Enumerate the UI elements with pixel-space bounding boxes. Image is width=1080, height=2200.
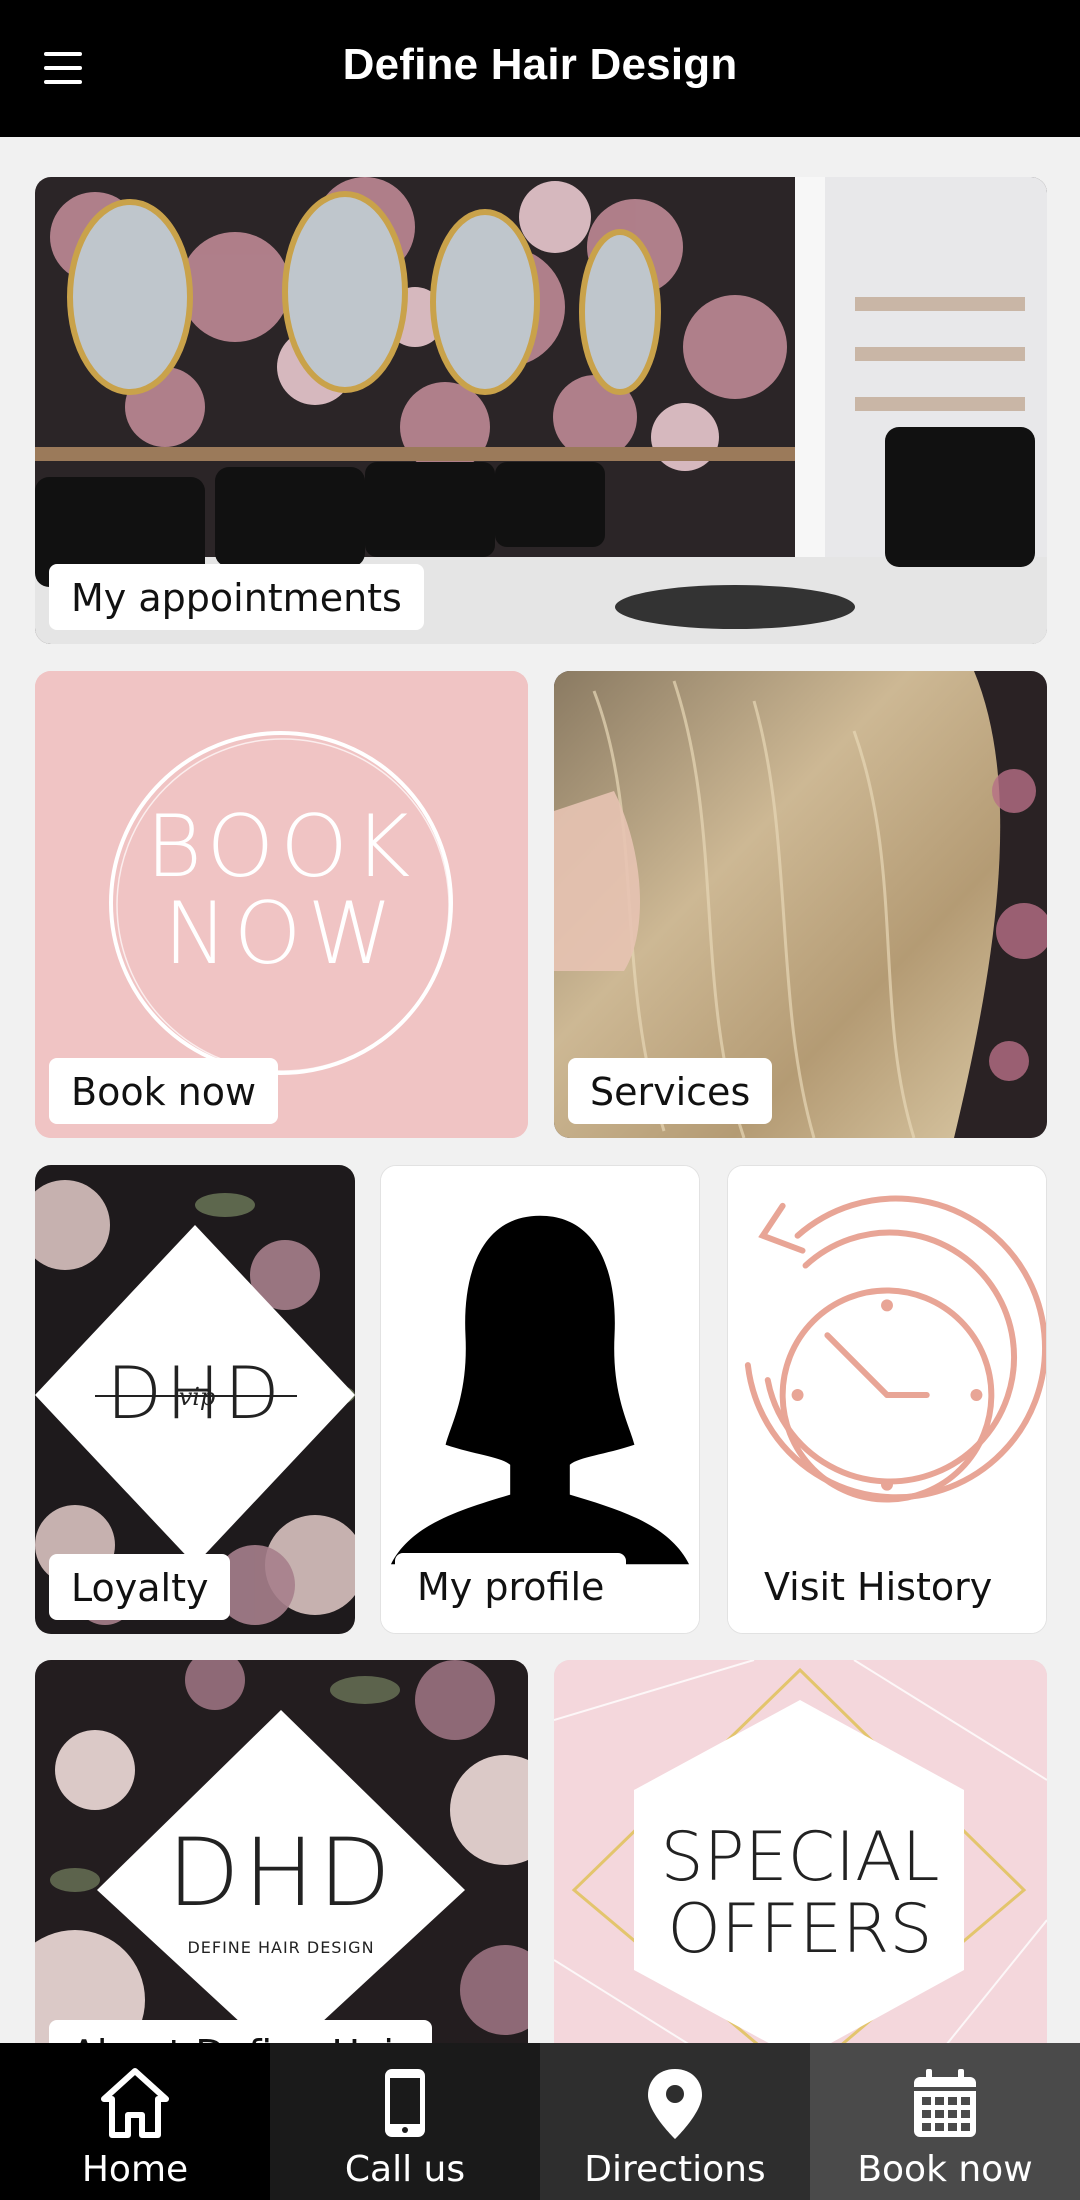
services-tile[interactable]: Services <box>554 671 1047 1138</box>
nav-book-now[interactable]: Book now <box>810 2043 1080 2200</box>
visit-history-tile[interactable]: Visit History <box>727 1165 1047 1634</box>
page-title: Define Hair Design <box>342 40 738 89</box>
book-now-tile[interactable]: BOOK NOW Book now <box>35 671 528 1138</box>
loyalty-label: Loyalty <box>49 1554 231 1620</box>
special-offers-tile[interactable]: SPECIAL OFFERS <box>554 1660 1047 2060</box>
loyalty-tile[interactable]: DHD vip Loyalty <box>35 1165 355 1634</box>
services-label: Services <box>568 1058 773 1124</box>
about-floral-graphic: DHD DEFINE HAIR DESIGN <box>35 1660 528 2060</box>
nav-call-us-label: Call us <box>344 2149 466 2190</box>
special-offers-graphic: SPECIAL OFFERS <box>554 1660 1047 2060</box>
nav-book-now-label: Book now <box>857 2149 1033 2190</box>
loyalty-logo-sub: vip <box>179 1383 216 1411</box>
map-pin-icon <box>648 2069 702 2139</box>
calendar-icon <box>914 2069 976 2137</box>
my-profile-label: My profile <box>395 1553 627 1619</box>
bottom-navigation: Home Call us Directions Book now <box>0 2043 1080 2200</box>
nav-directions[interactable]: Directions <box>540 2043 810 2200</box>
special-offers-art-line2: OFFERS <box>667 1890 932 1969</box>
my-appointments-label: My appointments <box>49 564 424 630</box>
about-logo-sub: DEFINE HAIR DESIGN <box>187 1938 374 1957</box>
app-header: Define Hair Design <box>0 0 1080 137</box>
nav-directions-label: Directions <box>584 2149 766 2190</box>
my-appointments-tile[interactable]: My appointments <box>35 177 1047 644</box>
my-profile-tile[interactable]: My profile <box>380 1165 700 1634</box>
about-tile[interactable]: DHD DEFINE HAIR DESIGN About Define Hair <box>35 1660 528 2060</box>
about-logo-text: DHD <box>167 1819 394 1928</box>
visit-history-label: Visit History <box>742 1553 1015 1619</box>
nav-home[interactable]: Home <box>0 2043 270 2200</box>
book-now-label: Book now <box>49 1058 279 1124</box>
phone-icon <box>385 2069 425 2137</box>
nav-home-label: Home <box>81 2149 189 2190</box>
book-now-art-line2: NOW <box>163 884 398 984</box>
nav-call-us[interactable]: Call us <box>270 2043 540 2200</box>
home-icon <box>101 2068 169 2138</box>
book-now-art-line1: BOOK <box>146 797 417 897</box>
special-offers-art-line1: SPECIAL <box>660 1818 939 1897</box>
